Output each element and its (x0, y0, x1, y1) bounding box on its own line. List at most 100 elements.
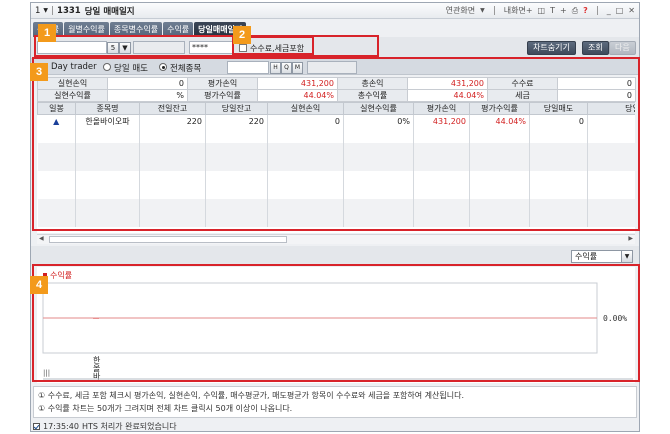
scroll-left-icon[interactable]: ◀ (39, 235, 44, 242)
chevron-down-icon[interactable]: ▼ (621, 251, 632, 262)
text-icon[interactable]: T (550, 6, 555, 15)
horizontal-scrollbar[interactable]: ◀ ▶ (37, 234, 635, 244)
scroll-right-icon[interactable]: ▶ (628, 235, 633, 242)
col-header-name[interactable]: 종목명 (75, 102, 140, 115)
today-sell-label: 당일 매도 (114, 64, 148, 74)
search-icon[interactable]: Q (281, 62, 292, 74)
window-title: 당일 매매일지 (84, 6, 135, 17)
scroll-thumb[interactable] (49, 236, 287, 243)
summary-row: 실현수익률 % 평가수익률 44.04% 총수익률 44.04% 세금 0 (37, 89, 636, 102)
col-header-eval-rate[interactable]: 평가수익률 (469, 102, 530, 115)
tab-item-return[interactable]: 종목별수익률 (109, 22, 163, 37)
fee-tax-label: 수수료,세금포함 (250, 44, 305, 53)
tab-monthly-return[interactable]: 월별수익률 (64, 22, 109, 37)
eval-pl-cell: 431,200 (413, 114, 470, 129)
return-chart[interactable]: 수익률 0.00% 한올바 ||| (37, 267, 635, 383)
empty-row (37, 156, 635, 171)
screen-menu-chevron-icon[interactable]: ▼ (43, 7, 48, 14)
chart-scroll-marker[interactable]: ||| (43, 369, 50, 377)
today-sell-radio[interactable] (103, 63, 111, 71)
maximize-icon[interactable]: □ (616, 6, 624, 15)
options-row: Day trader 당일 매도 전체종목 H Q M (31, 59, 639, 75)
all-items-label: 전체종목 (170, 64, 202, 74)
col-header-chart[interactable]: 일봉 (37, 102, 76, 115)
col-header-eval-pl[interactable]: 평가손익 (413, 102, 470, 115)
print-icon[interactable]: ⎙ (572, 6, 578, 16)
daytrader-label: Day trader (51, 62, 97, 72)
chart-cell-icon[interactable]: ▲ (37, 114, 76, 129)
status-bar: 17:35:40 HTS 처리가 완료되었습니다 (33, 421, 637, 432)
summary-label: 총수익률 (337, 89, 408, 102)
fee-tax-checkbox[interactable] (239, 44, 247, 52)
summary-label: 수수료 (487, 77, 558, 90)
account-dropdown-icon[interactable]: ▼ (119, 42, 131, 54)
chart-type-select[interactable]: 수익률 ▼ (571, 250, 633, 263)
empty-row (37, 198, 635, 213)
next-button[interactable]: 다음 (609, 41, 636, 55)
chart-select-row: 수익률 ▼ (31, 246, 639, 266)
annotation-badge-2: 2 (233, 26, 251, 44)
summary-row: 실현손익 0 평가손익 431,200 총손익 431,200 수수료 0 (37, 77, 636, 90)
col-header-realized-rate[interactable]: 실현수익률 (343, 102, 414, 115)
bars-group (93, 318, 99, 319)
summary-label: 총손익 (337, 77, 408, 90)
help-notes: ① 수수료, 세금 포함 체크시 평가손익, 실현손익, 수익률, 매수평균가,… (33, 386, 637, 418)
pin-icon[interactable]: + (560, 6, 567, 15)
annotation-badge-1: 1 (38, 24, 56, 42)
summary-value: 44.04% (257, 89, 338, 102)
account-number-input[interactable] (37, 41, 107, 54)
close-icon[interactable]: ✕ (628, 6, 635, 15)
status-time: 17:35:40 (43, 422, 79, 431)
stock-name-cell[interactable]: 한올바이오파 (75, 114, 140, 129)
col-header-today-extra[interactable]: 당일 (587, 102, 635, 115)
today-extra-cell (587, 114, 635, 129)
col-header-prev-balance[interactable]: 전일잔고 (139, 102, 206, 115)
chart-type-value: 수익률 (575, 252, 598, 261)
tab-return-2[interactable]: 수익률 (163, 22, 194, 37)
col-header-realized-pl[interactable]: 실현손익 (267, 102, 344, 115)
summary-value: 0 (107, 77, 188, 90)
trade-grid: 일봉 종목명 전일잔고 당일잔고 실현손익 실현수익률 평가손익 평가수익률 당… (37, 102, 635, 233)
monitor-icon[interactable]: ◫ (538, 6, 546, 15)
password-input[interactable]: **** (189, 41, 233, 54)
annotation-badge-3: 3 (30, 63, 48, 81)
col-header-today-balance[interactable]: 당일잔고 (205, 102, 268, 115)
summary-label: 평가수익률 (187, 89, 258, 102)
grid-header-row: 일봉 종목명 전일잔고 당일잔고 실현손익 실현수익률 평가손익 평가수익률 당… (37, 102, 635, 115)
empty-row (37, 128, 635, 143)
stock-name-field (307, 61, 357, 74)
screen-number: 1 (35, 5, 41, 16)
table-row[interactable]: ▲ 한올바이오파 220 220 0 0% 431,200 44.04% 0 (37, 114, 635, 129)
screen-code: 1331 (57, 5, 81, 16)
related-screens-button[interactable]: 연관화면 (446, 5, 475, 16)
summary-value: 0 (557, 77, 636, 90)
account-suffix[interactable]: 5 (107, 42, 119, 54)
empty-row (37, 142, 635, 157)
realized-rate-cell: 0% (343, 114, 414, 129)
query-button[interactable]: 조회 (582, 41, 609, 55)
stock-code-input[interactable] (227, 61, 269, 74)
today-balance-cell: 220 (205, 114, 268, 129)
note-line: ① 수익률 차트는 50개가 그려지며 전체 차트 클릭시 50개 이상이 나옵… (38, 404, 293, 413)
account-name-field (133, 41, 185, 54)
minimize-icon[interactable]: _ (607, 6, 611, 15)
my-screen-button[interactable]: 내화면+ (504, 5, 533, 16)
bar[interactable] (93, 318, 99, 319)
summary-value: 0 (557, 89, 636, 102)
summary-label: 세금 (487, 89, 558, 102)
chart-hide-button[interactable]: 차트숨기기 (527, 41, 576, 55)
x-categories: 한올바 (93, 356, 101, 381)
col-header-today-sell[interactable]: 당일매도 (529, 102, 588, 115)
history-button[interactable]: H (270, 62, 281, 74)
eval-rate-cell: 44.04% (469, 114, 530, 129)
summary-value: % (107, 89, 188, 102)
title-controls: 연관화면 ▼ 내화면+ ◫ T + ⎙ ? _ □ ✕ (445, 5, 635, 16)
memo-button[interactable]: M (292, 62, 303, 74)
empty-row (37, 184, 635, 199)
summary-label: 실현손익 (37, 77, 108, 90)
all-items-radio[interactable] (159, 63, 167, 71)
note-line: ① 수수료, 세금 포함 체크시 평가손익, 실현손익, 수익률, 매수평균가,… (38, 391, 465, 400)
summary-label: 평가손익 (187, 77, 258, 90)
status-message: HTS 처리가 완료되었습니다 (81, 422, 177, 431)
help-icon[interactable]: ? (583, 6, 588, 15)
